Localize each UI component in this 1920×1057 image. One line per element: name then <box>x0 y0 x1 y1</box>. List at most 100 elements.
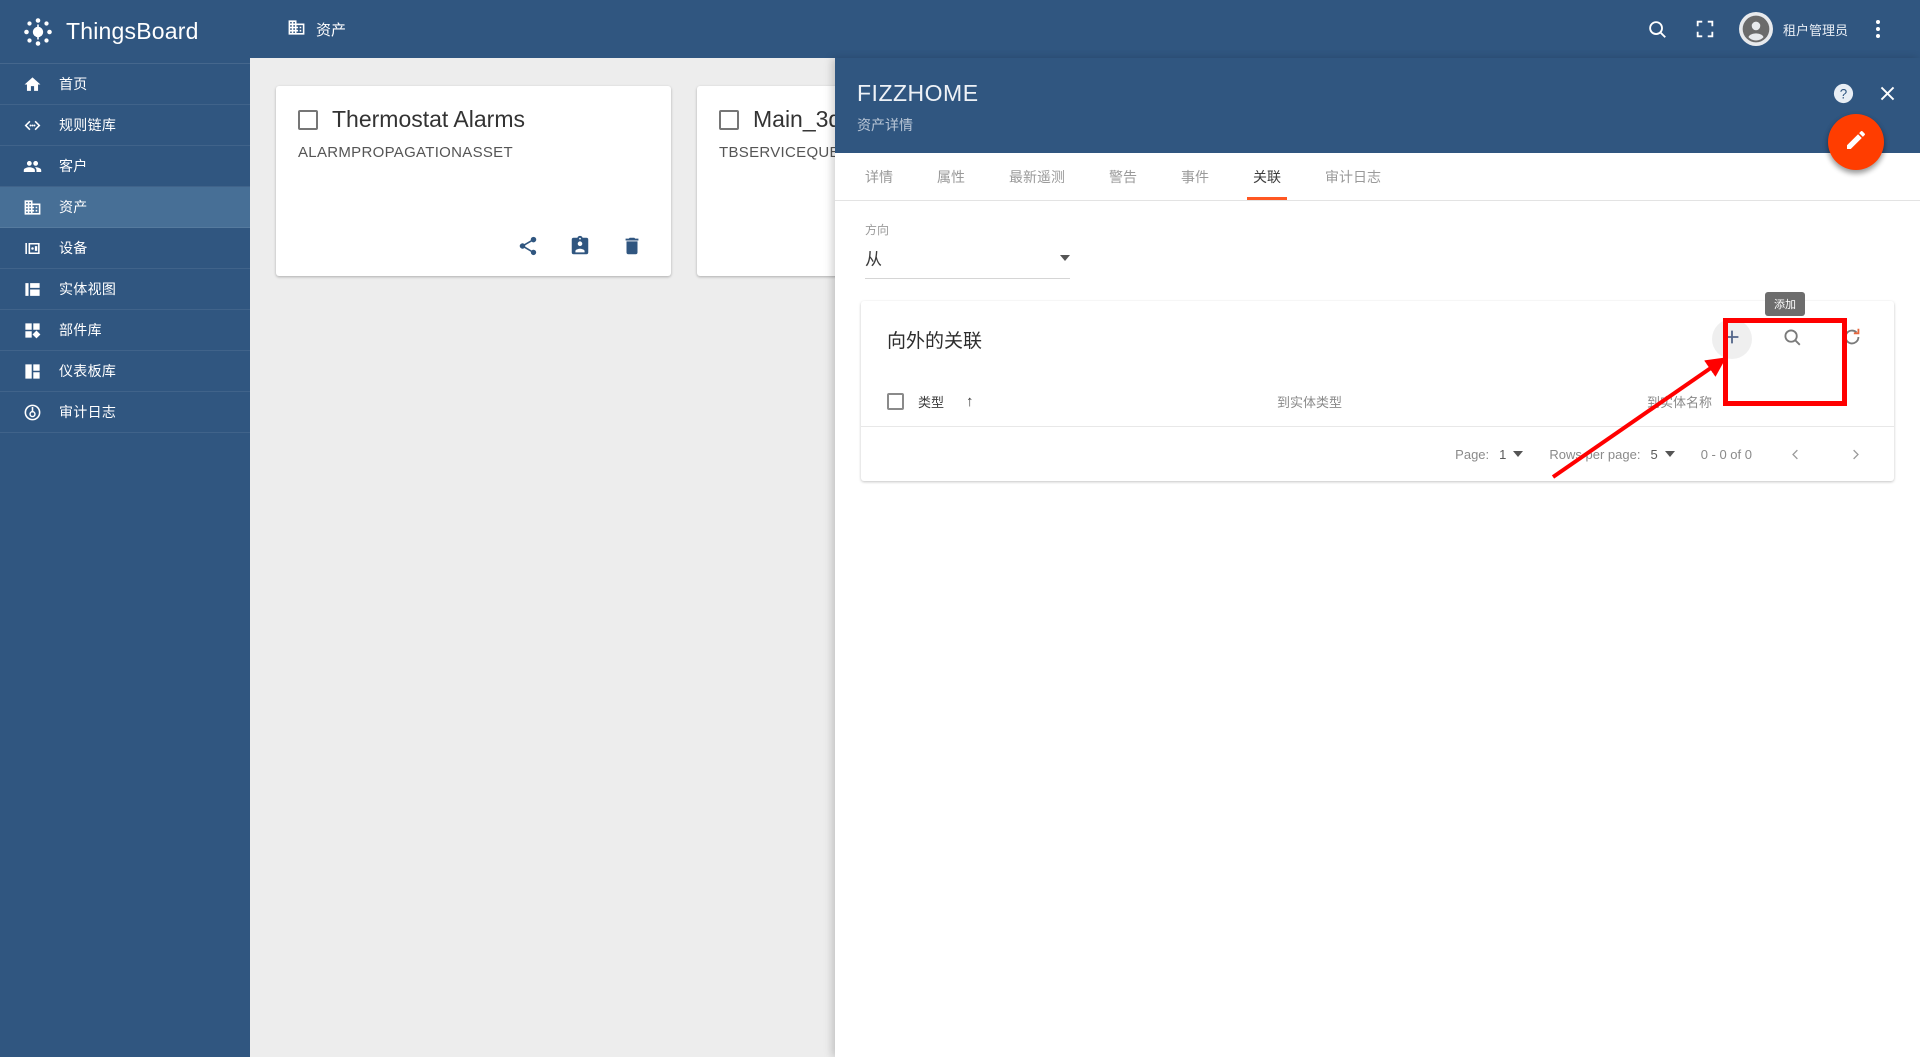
plus-icon <box>1721 326 1743 353</box>
sidebar-item-label: 审计日志 <box>59 404 117 420</box>
chevron-left-icon[interactable] <box>1778 437 1812 471</box>
sidebar-item-label: 规则链库 <box>59 117 117 133</box>
select-all-checkbox[interactable] <box>887 393 904 410</box>
tab-latest-telemetry[interactable]: 最新遥测 <box>987 153 1087 200</box>
audit-log-icon <box>22 402 43 423</box>
tab-relations[interactable]: 关联 <box>1231 153 1303 200</box>
chevron-down-icon <box>1664 451 1675 457</box>
user-name: 租户管理员 <box>1782 22 1848 38</box>
entity-view-icon <box>22 279 43 300</box>
sidebar-item-entity-views[interactable]: 实体视图 <box>0 269 250 310</box>
search-icon <box>1781 326 1803 353</box>
relations-title: 向外的关联 <box>887 330 983 352</box>
sidebar-item-rule-chains[interactable]: 规则链库 <box>0 105 250 146</box>
sidebar-item-label: 仪表板库 <box>59 363 117 379</box>
range-label: 0 - 0 of 0 <box>1700 446 1752 462</box>
rows-per-page-label: Rows per page: <box>1549 446 1641 462</box>
refresh-icon <box>1841 326 1863 353</box>
devices-icon <box>22 238 43 259</box>
column-to-entity-type[interactable]: 到实体类型 <box>1277 392 1647 411</box>
customers-icon <box>22 156 43 177</box>
asset-type: ALARMPROPAGATIONASSET <box>298 144 513 161</box>
assets-icon <box>287 18 306 41</box>
svg-text:?: ? <box>1839 86 1846 101</box>
sidebar-item-label: 客户 <box>59 158 88 174</box>
sidebar-item-label: 设备 <box>59 240 88 256</box>
asset-card-actions <box>298 235 649 262</box>
share-icon[interactable] <box>517 235 539 262</box>
topbar-actions: 租户管理员 <box>1633 5 1902 53</box>
user-menu[interactable]: 租户管理员 <box>1729 12 1854 46</box>
refresh-relations-button[interactable] <box>1832 319 1872 359</box>
detail-subtitle: 资产详情 <box>857 117 913 133</box>
sidebar-item-dashboard-library[interactable]: 仪表板库 <box>0 351 250 392</box>
page-group: Page: 1 <box>1455 446 1524 462</box>
sidebar-item-audit-log[interactable]: 审计日志 <box>0 392 250 433</box>
asset-details-panel: FIZZHOME 资产详情 ? 详情 属性 最新遥测 警告 事件 关联 审计日志… <box>835 58 1920 1057</box>
column-type[interactable]: 类型 ↑ <box>887 392 1277 411</box>
add-relation-button[interactable] <box>1712 319 1752 359</box>
relations-header: 向外的关联 <box>861 301 1894 377</box>
page-select[interactable]: 1 <box>1499 446 1524 462</box>
relations-paginator: Page: 1 Rows per page: 5 0 - 0 of 0 <box>861 427 1894 481</box>
dashboard-library-icon <box>22 361 43 382</box>
thingsboard-logo-icon <box>22 16 54 48</box>
sidebar-item-devices[interactable]: 设备 <box>0 228 250 269</box>
topbar: 资产 租户管理员 <box>250 0 1920 58</box>
assignment-ind-icon[interactable] <box>569 235 591 262</box>
asset-select-checkbox[interactable] <box>719 109 739 130</box>
tab-events[interactable]: 事件 <box>1159 153 1231 200</box>
sidebar-item-label: 首页 <box>59 76 88 92</box>
add-relation-tooltip: 添加 <box>1765 292 1805 316</box>
sidebar-item-label: 实体视图 <box>59 281 117 297</box>
chevron-down-icon <box>1513 451 1524 457</box>
detail-header-actions: ? <box>1830 80 1900 106</box>
fullscreen-icon[interactable] <box>1681 5 1729 53</box>
rows-per-page-select[interactable]: 5 <box>1650 446 1675 462</box>
sort-ascending-icon: ↑ <box>966 393 974 410</box>
detail-body: 方向 从 向外的关联 类型 ↑ 到实体类型 到实体名称 Page: 1 Rows… <box>835 201 1920 481</box>
detail-header: FIZZHOME 资产详情 ? <box>835 58 1920 170</box>
rows-per-page-group: Rows per page: 5 <box>1549 446 1675 462</box>
thingsboard-app: ThingsBoard 首页 规则链库 客户 资产 设备 实体视图 部件库 仪表… <box>0 0 1920 1057</box>
rule-chain-icon <box>22 115 43 136</box>
chevron-right-icon[interactable] <box>1838 437 1872 471</box>
brand-name: ThingsBoard <box>66 18 199 44</box>
widget-library-icon <box>22 320 43 341</box>
tab-audit-log[interactable]: 审计日志 <box>1303 153 1403 200</box>
rows-per-page-value: 5 <box>1650 446 1658 462</box>
tab-alarms[interactable]: 警告 <box>1087 153 1159 200</box>
relations-card: 向外的关联 类型 ↑ 到实体类型 到实体名称 Page: 1 Rows per … <box>861 301 1894 481</box>
home-icon <box>22 74 43 95</box>
sidebar-item-customers[interactable]: 客户 <box>0 146 250 187</box>
page-value: 1 <box>1499 446 1507 462</box>
account-circle-icon <box>1738 12 1773 46</box>
edit-asset-fab[interactable] <box>1828 114 1884 170</box>
search-icon[interactable] <box>1633 5 1681 53</box>
column-to-entity-name[interactable]: 到实体名称 <box>1647 392 1868 411</box>
asset-card-title-row: Thermostat Alarms <box>298 106 649 133</box>
tab-attributes[interactable]: 属性 <box>915 153 987 200</box>
direction-value: 从 <box>865 250 882 269</box>
brand[interactable]: ThingsBoard <box>0 0 250 64</box>
search-relations-button[interactable] <box>1772 319 1812 359</box>
help-circle-icon[interactable]: ? <box>1830 80 1856 106</box>
detail-tabs: 详情 属性 最新遥测 警告 事件 关联 审计日志 <box>835 153 1920 201</box>
sidebar-item-home[interactable]: 首页 <box>0 64 250 105</box>
pencil-icon <box>1844 128 1868 157</box>
sidebar-item-label: 部件库 <box>59 322 102 338</box>
tab-details[interactable]: 详情 <box>843 153 915 200</box>
more-vert-icon[interactable] <box>1854 5 1902 53</box>
asset-card[interactable]: Thermostat Alarms ALARMPROPAGATIONASSET <box>276 86 671 276</box>
direction-select[interactable]: 从 <box>865 245 1070 279</box>
relations-table-header: 类型 ↑ 到实体类型 到实体名称 <box>861 377 1894 427</box>
page-title-label: 资产 <box>316 21 347 39</box>
sidebar: ThingsBoard 首页 规则链库 客户 资产 设备 实体视图 部件库 仪表… <box>0 0 250 1057</box>
asset-select-checkbox[interactable] <box>298 109 318 130</box>
close-icon[interactable] <box>1874 80 1900 106</box>
delete-icon[interactable] <box>621 235 643 262</box>
sidebar-item-widget-library[interactable]: 部件库 <box>0 310 250 351</box>
sidebar-item-assets[interactable]: 资产 <box>0 187 250 228</box>
page-title: 资产 <box>287 18 346 41</box>
direction-field: 方向 从 <box>865 221 1070 279</box>
